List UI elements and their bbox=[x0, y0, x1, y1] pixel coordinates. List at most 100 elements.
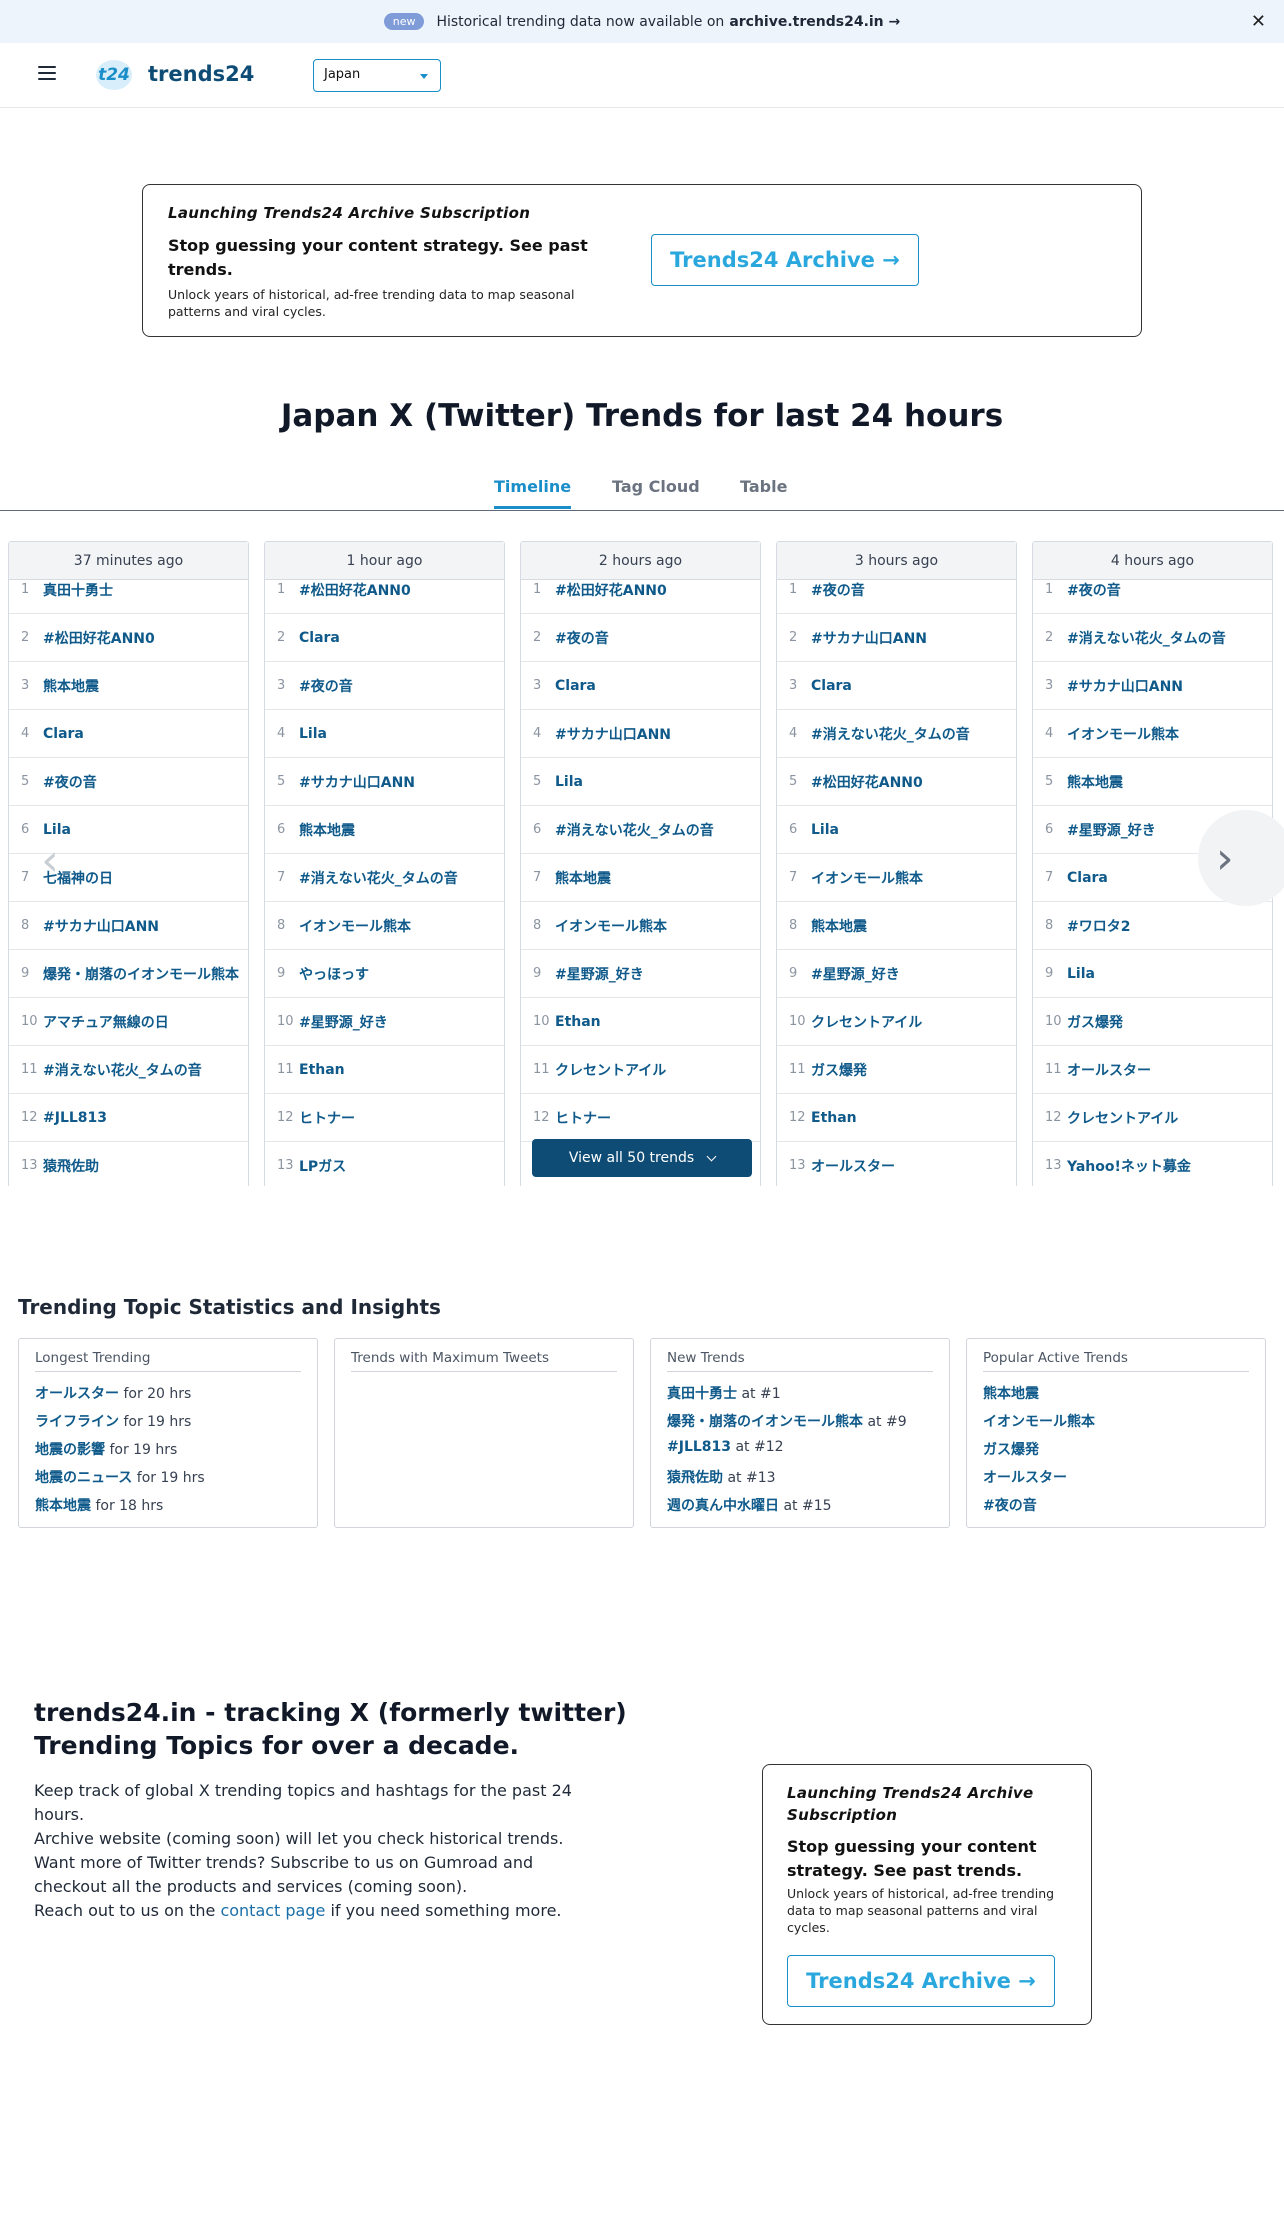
stat-trend-link[interactable]: 熊本地震 bbox=[983, 1386, 1039, 1402]
trend-link[interactable]: 熊本地震 bbox=[299, 820, 355, 840]
trend-link[interactable]: Lila bbox=[811, 822, 839, 838]
tab-timeline[interactable]: Timeline bbox=[494, 477, 572, 509]
tab-table[interactable]: Table bbox=[740, 477, 787, 496]
archive-cta-button[interactable]: Trends24 Archive → bbox=[787, 1955, 1055, 2007]
trend-link[interactable]: 爆発・崩落のイオンモール熊本 bbox=[43, 964, 239, 984]
trend-link[interactable]: #松田好花ANN0 bbox=[555, 580, 667, 600]
trend-link[interactable]: イオンモール熊本 bbox=[299, 916, 411, 936]
trend-link[interactable]: #星野源_好き bbox=[811, 964, 900, 984]
stat-trend-link[interactable]: 真田十勇士 bbox=[667, 1386, 737, 1402]
trend-link[interactable]: #夜の音 bbox=[811, 580, 865, 600]
trend-link[interactable]: クレセントアイル bbox=[811, 1012, 922, 1032]
trend-link[interactable]: #消えない花火_タムの音 bbox=[811, 724, 970, 744]
trend-row: 1 #夜の音 bbox=[1033, 566, 1272, 614]
trend-link[interactable]: 熊本地震 bbox=[555, 868, 611, 888]
trend-link[interactable]: イオンモール熊本 bbox=[1067, 724, 1179, 744]
trend-link[interactable]: Lila bbox=[299, 726, 327, 742]
stat-trend-link[interactable]: 地震のニュース bbox=[35, 1470, 132, 1486]
trend-link[interactable]: #サカナ山口ANN bbox=[811, 628, 927, 648]
trend-rank: 8 bbox=[533, 918, 542, 933]
trend-link[interactable]: #松田好花ANN0 bbox=[299, 580, 411, 600]
trend-link[interactable]: 熊本地震 bbox=[43, 676, 99, 696]
trend-link[interactable]: #消えない花火_タムの音 bbox=[299, 868, 458, 888]
stat-trend-link[interactable]: イオンモール熊本 bbox=[983, 1414, 1095, 1430]
stat-trend-link[interactable]: 爆発・崩落のイオンモール熊本 bbox=[667, 1414, 863, 1430]
trend-link[interactable]: 猿飛佐助 bbox=[43, 1156, 99, 1176]
trend-link[interactable]: #サカナ山口ANN bbox=[1067, 676, 1183, 696]
trend-link[interactable]: Clara bbox=[299, 630, 340, 646]
trend-link[interactable]: Ethan bbox=[811, 1110, 857, 1126]
trend-link[interactable]: Ethan bbox=[555, 1014, 601, 1030]
trend-link[interactable]: 真田十勇士 bbox=[43, 580, 113, 600]
logo-icon[interactable]: t24 bbox=[96, 60, 132, 90]
logo-text[interactable]: trends24 bbox=[148, 62, 254, 86]
contact-page-link[interactable]: contact page bbox=[220, 1901, 325, 1920]
trend-rank: 3 bbox=[533, 678, 542, 693]
stat-trend-link[interactable]: #JLL813 bbox=[667, 1439, 731, 1455]
stat-trend-link[interactable]: 熊本地震 bbox=[35, 1498, 91, 1514]
trend-link[interactable]: ガス爆発 bbox=[1067, 1012, 1123, 1032]
stat-trend-link[interactable]: 地震の影響 bbox=[35, 1442, 105, 1458]
trend-rank: 2 bbox=[21, 630, 30, 645]
trend-link[interactable]: イオンモール熊本 bbox=[811, 868, 923, 888]
stat-trend-link[interactable]: オールスター bbox=[35, 1386, 119, 1402]
archive-cta-button[interactable]: Trends24 Archive → bbox=[651, 234, 919, 286]
trend-link[interactable]: Lila bbox=[1067, 966, 1095, 982]
trend-link[interactable]: #星野源_好き bbox=[555, 964, 644, 984]
stat-detail: at #1 bbox=[737, 1386, 781, 1402]
trend-link[interactable]: #消えない花火_タムの音 bbox=[43, 1060, 202, 1080]
trend-link[interactable]: アマチュア無線の日 bbox=[43, 1012, 169, 1032]
stat-trend-link[interactable]: オールスター bbox=[983, 1470, 1067, 1486]
trend-link[interactable]: #JLL813 bbox=[43, 1110, 107, 1126]
trend-link[interactable]: 熊本地震 bbox=[1067, 772, 1123, 792]
country-select[interactable]: Japan bbox=[313, 59, 441, 92]
stat-trend-link[interactable]: 猿飛佐助 bbox=[667, 1470, 723, 1486]
trend-link[interactable]: #夜の音 bbox=[1067, 580, 1121, 600]
trend-link[interactable]: Clara bbox=[555, 678, 596, 694]
trend-link[interactable]: Lila bbox=[555, 774, 583, 790]
trend-link[interactable]: クレセントアイル bbox=[1067, 1108, 1178, 1128]
trend-link[interactable]: #星野源_好き bbox=[1067, 820, 1156, 840]
trend-link[interactable]: イオンモール熊本 bbox=[555, 916, 667, 936]
next-arrow-icon[interactable]: › bbox=[1198, 810, 1284, 906]
trend-link[interactable]: Yahoo!ネット募金 bbox=[1067, 1156, 1191, 1176]
view-all-trends-button[interactable]: View all 50 trends bbox=[532, 1139, 752, 1177]
archive-link[interactable]: archive.trends24.in → bbox=[729, 14, 900, 30]
trend-link[interactable]: Clara bbox=[1067, 870, 1108, 886]
trend-link[interactable]: #松田好花ANN0 bbox=[43, 628, 155, 648]
close-icon[interactable]: ✕ bbox=[1251, 11, 1266, 32]
trend-row: 10 クレセントアイル bbox=[777, 998, 1016, 1046]
stat-trend-link[interactable]: #夜の音 bbox=[983, 1498, 1037, 1514]
trend-link[interactable]: Clara bbox=[811, 678, 852, 694]
previous-arrow-icon[interactable]: ‹ bbox=[10, 812, 90, 908]
trend-link[interactable]: ガス爆発 bbox=[811, 1060, 867, 1080]
trend-link[interactable]: #サカナ山口ANN bbox=[555, 724, 671, 744]
trend-link[interactable]: クレセントアイル bbox=[555, 1060, 666, 1080]
stat-trend-link[interactable]: ガス爆発 bbox=[983, 1442, 1039, 1458]
stat-trend-link[interactable]: ライフライン bbox=[35, 1414, 119, 1430]
trend-rank: 7 bbox=[1045, 870, 1054, 885]
trend-link[interactable]: #消えない花火_タムの音 bbox=[555, 820, 714, 840]
trend-link[interactable]: #夜の音 bbox=[299, 676, 353, 696]
stat-trend-link[interactable]: 週の真ん中水曜日 bbox=[667, 1498, 779, 1514]
trend-link[interactable]: 熊本地震 bbox=[811, 916, 867, 936]
trend-link[interactable]: #ワロタ2 bbox=[1067, 916, 1130, 936]
trends-timeline[interactable]: 37 minutes ago 1 真田十勇士 2 #松田好花ANN0 3 熊本地震 4 Clar… bbox=[0, 541, 1284, 1186]
trend-link[interactable]: #松田好花ANN0 bbox=[811, 772, 923, 792]
trend-link[interactable]: やっほっす bbox=[299, 964, 369, 984]
trend-link[interactable]: Ethan bbox=[299, 1062, 345, 1078]
trend-link[interactable]: オールスター bbox=[1067, 1060, 1151, 1080]
trend-link[interactable]: LPガス bbox=[299, 1156, 346, 1176]
trend-link[interactable]: #サカナ山口ANN bbox=[299, 772, 415, 792]
trend-link[interactable]: #サカナ山口ANN bbox=[43, 916, 159, 936]
trend-link[interactable]: #星野源_好き bbox=[299, 1012, 388, 1032]
tab-tag-cloud[interactable]: Tag Cloud bbox=[612, 477, 700, 496]
trend-link[interactable]: #消えない花火_タムの音 bbox=[1067, 628, 1226, 648]
hamburger-menu-icon[interactable] bbox=[38, 66, 56, 80]
trend-link[interactable]: Clara bbox=[43, 726, 84, 742]
trend-link[interactable]: オールスター bbox=[811, 1156, 895, 1176]
trend-link[interactable]: ヒトナー bbox=[555, 1108, 611, 1128]
trend-link[interactable]: #夜の音 bbox=[43, 772, 97, 792]
trend-link[interactable]: #夜の音 bbox=[555, 628, 609, 648]
trend-link[interactable]: ヒトナー bbox=[299, 1108, 355, 1128]
